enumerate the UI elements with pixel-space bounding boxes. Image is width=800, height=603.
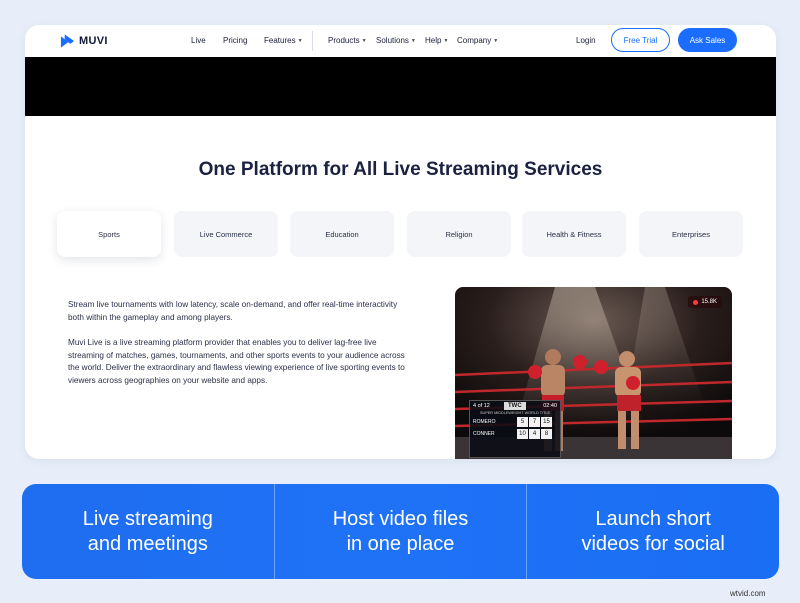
video-banner (25, 57, 776, 116)
nav-company[interactable]: Company ▼ (457, 36, 498, 45)
website-card: MUVI Live Pricing Features ▼ Products ▼ So… (25, 25, 776, 459)
nav-solutions[interactable]: Solutions ▼ (376, 36, 416, 45)
banner-line: in one place (346, 532, 455, 555)
free-trial-button[interactable]: Free Trial (611, 28, 670, 52)
scoreboard-overlay: 4 of 12 02:40 TWC SUPER MIDDLEWEIGHT WOR… (469, 400, 561, 458)
score-cell: 5 (517, 417, 528, 427)
section-title: One Platform for All Live Streaming Serv… (198, 159, 603, 180)
banner-host-video: Host video files in one place (275, 484, 527, 579)
chevron-down-icon: ▼ (493, 38, 499, 44)
score-cell: 4 (529, 429, 540, 439)
nav-divider (312, 31, 313, 51)
nav-pricing[interactable]: Pricing (223, 36, 247, 45)
score-cell: 15 (541, 417, 552, 427)
scoreboard-clock: 02:40 (543, 403, 557, 409)
banner-short-videos: Launch short videos for social (527, 484, 779, 579)
live-dot-icon (693, 299, 699, 305)
chevron-down-icon: ▼ (410, 38, 416, 44)
lead-paragraph: Stream live tournaments with low latency… (68, 300, 398, 322)
score-cell: 10 (517, 429, 528, 439)
score-cell: 8 (541, 429, 552, 439)
brand-logo[interactable]: MUVI (60, 33, 108, 49)
nav-solutions-label: Solutions (376, 36, 409, 45)
scoreboard-row: CONNER 10 4 8 (470, 428, 560, 440)
fighter-name: ROMERO (473, 419, 496, 425)
top-navbar: MUVI Live Pricing Features ▼ Products ▼ So… (25, 25, 776, 57)
banner-live-streaming: Live streaming and meetings (22, 484, 274, 579)
tab-sports[interactable]: Sports (57, 211, 161, 257)
scoreboard-logo: TWC (504, 402, 526, 410)
brand-name: MUVI (79, 35, 108, 47)
nav-features-label: Features (264, 36, 296, 45)
fighter-name: CONNER (473, 431, 495, 437)
scoreboard-round: 4 of 12 (473, 403, 490, 409)
nav-products-label: Products (328, 36, 360, 45)
banner-line: Live streaming (82, 507, 213, 530)
chevron-down-icon: ▼ (361, 38, 367, 44)
banner-line: Host video files (332, 507, 469, 530)
login-link[interactable]: Login (576, 36, 596, 45)
chevron-down-icon: ▼ (443, 38, 449, 44)
nav-products[interactable]: Products ▼ (328, 36, 367, 45)
viewer-count: 15.8K (701, 299, 717, 305)
ask-sales-button[interactable]: Ask Sales (678, 28, 737, 52)
boxing-hero-image: 15.8K 4 of 12 02:40 TWC SUPER MIDDLEWEIG… (455, 287, 732, 459)
banner-line: videos for social (581, 532, 725, 555)
tab-education[interactable]: Education (290, 211, 394, 257)
muvi-logo-icon (60, 34, 75, 48)
chevron-down-icon: ▼ (297, 38, 303, 44)
banner-line: and meetings (87, 532, 208, 555)
tab-health-fitness[interactable]: Health & Fitness (522, 211, 626, 257)
body-paragraph: Muvi Live is a live streaming platform p… (68, 338, 405, 385)
nav-help-label: Help (425, 36, 442, 45)
nav-help[interactable]: Help ▼ (425, 36, 448, 45)
nav-company-label: Company (457, 36, 492, 45)
scoreboard-title: SUPER MIDDLEWEIGHT WORLD TITLE (479, 411, 551, 415)
nav-live[interactable]: Live (191, 36, 206, 45)
tab-enterprises[interactable]: Enterprises (639, 211, 743, 257)
nav-features[interactable]: Features ▼ (264, 36, 303, 45)
score-cell: 7 (529, 417, 540, 427)
scoreboard-row: ROMERO 5 7 15 (470, 416, 560, 428)
banner-line: Launch short (595, 507, 711, 530)
live-viewers-badge: 15.8K (688, 296, 722, 308)
tab-live-commerce[interactable]: Live Commerce (174, 211, 278, 257)
tab-religion[interactable]: Religion (407, 211, 511, 257)
watermark: wtvid.com (730, 589, 766, 598)
feature-banner: Live streaming and meetings Host video fi… (22, 484, 779, 579)
